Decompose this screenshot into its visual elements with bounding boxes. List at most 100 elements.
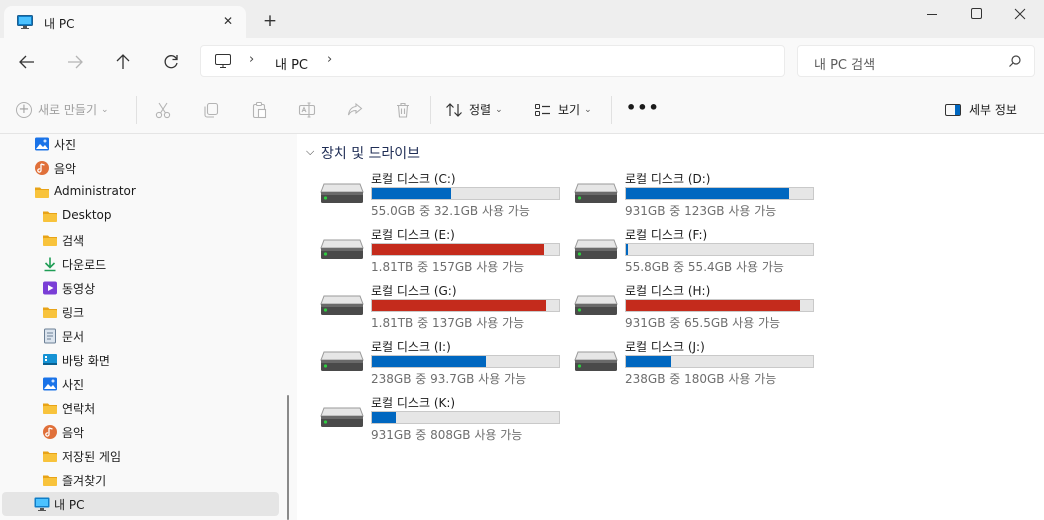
music-icon [42, 424, 58, 440]
chevron-down-icon: ⌄ [101, 104, 109, 115]
minimize-button[interactable] [910, 0, 954, 30]
sidebar-item[interactable]: 사진 [2, 132, 279, 156]
hard-drive-icon [574, 238, 618, 260]
sidebar-item[interactable]: 연락처 [2, 396, 279, 420]
sidebar-item[interactable]: 동영상 [2, 276, 279, 300]
drive-name: 로컬 디스크 (F:) [625, 228, 708, 242]
pc-icon [34, 496, 50, 512]
drive-usage-fill [372, 412, 397, 423]
view-icon [535, 103, 550, 116]
sidebar-scroll-thumb[interactable] [287, 395, 289, 520]
divider [430, 96, 431, 124]
tab-title: 내 PC [44, 17, 75, 31]
drive-free-space: 931GB 중 65.5GB 사용 가능 [625, 316, 781, 330]
drive-tile[interactable]: 로컬 디스크 (C:) 55.0GB 중 32.1GB 사용 가능 [297, 169, 560, 218]
sidebar-item[interactable]: Desktop [2, 204, 279, 228]
sidebar-item[interactable]: 내 PC [2, 492, 279, 516]
address-bar[interactable]: › 내 PC › [200, 45, 785, 77]
drive-tile[interactable]: 로컬 디스크 (J:) 238GB 중 180GB 사용 가능 [551, 337, 814, 386]
sidebar-item[interactable]: 음악 [2, 156, 279, 180]
folder-icon [42, 472, 58, 488]
drive-tile[interactable]: 로컬 디스크 (G:) 1.81TB 중 137GB 사용 가능 [297, 281, 560, 330]
sidebar-item-label: 사진 [54, 138, 77, 152]
pictures-icon [42, 376, 58, 392]
close-tab-button[interactable]: ✕ [219, 12, 237, 30]
sidebar-item[interactable]: 문서 [2, 324, 279, 348]
drive-usage-fill [626, 356, 671, 367]
drive-usage-bar [371, 187, 560, 200]
hard-drive-icon [574, 350, 618, 372]
more-options-button[interactable]: ••• [626, 98, 660, 117]
new-tab-button[interactable]: + [260, 12, 280, 32]
sidebar-item-label: 동영상 [62, 282, 96, 296]
sidebar-item[interactable]: 링크 [2, 300, 279, 324]
chevron-down-icon[interactable]: ⌵ [306, 145, 314, 159]
drive-usage-bar [625, 187, 814, 200]
breadcrumb-this-pc[interactable]: 내 PC [275, 54, 308, 73]
delete-icon[interactable] [393, 100, 413, 120]
hard-drive-icon [320, 406, 364, 428]
arrow-left-icon [19, 55, 34, 69]
cut-icon[interactable] [153, 100, 173, 120]
sidebar-item-label: 링크 [62, 306, 85, 320]
sidebar-item[interactable]: 음악 [2, 420, 279, 444]
hard-drive-icon [320, 294, 364, 316]
desktop-icon [42, 352, 58, 368]
up-button[interactable] [111, 50, 135, 74]
breadcrumb-chevron-icon[interactable]: › [327, 52, 332, 67]
sidebar-item[interactable]: 저장된 게임 [2, 444, 279, 468]
drive-tile[interactable]: 로컬 디스크 (I:) 238GB 중 93.7GB 사용 가능 [297, 337, 560, 386]
search-placeholder: 내 PC 검색 [814, 58, 876, 73]
sidebar-item-label: 저장된 게임 [62, 450, 122, 464]
details-pane-button[interactable]: 세부 정보 [945, 101, 1017, 118]
drive-tile[interactable]: 로컬 디스크 (F:) 55.8GB 중 55.4GB 사용 가능 [551, 225, 814, 274]
drive-tile[interactable]: 로컬 디스크 (D:) 931GB 중 123GB 사용 가능 [551, 169, 814, 218]
hard-drive-icon [320, 350, 364, 372]
sidebar-item-label: 문서 [62, 330, 85, 344]
maximize-button[interactable] [954, 0, 998, 30]
sidebar-item-label: 음악 [54, 162, 77, 176]
sidebar-scrollbar[interactable] [283, 134, 297, 520]
forward-button[interactable] [63, 50, 87, 74]
view-button[interactable]: 보기 ⌄ [534, 101, 592, 119]
share-icon[interactable] [345, 100, 365, 120]
drive-name: 로컬 디스크 (J:) [625, 340, 705, 354]
sidebar-item-label: Administrator [54, 184, 136, 198]
drive-free-space: 931GB 중 808GB 사용 가능 [371, 428, 523, 442]
sidebar-item[interactable]: 사진 [2, 372, 279, 396]
sidebar-item[interactable]: 즐겨찾기 [2, 468, 279, 492]
content-pane: ⌵ 장치 및 드라이브 로컬 디스크 (C:) 55.0GB 중 32.1GB 사… [297, 134, 1044, 520]
close-icon [1014, 8, 1026, 20]
sort-button[interactable]: 정렬 ⌄ [445, 101, 503, 119]
drive-tile[interactable]: 로컬 디스크 (E:) 1.81TB 중 157GB 사용 가능 [297, 225, 560, 274]
sidebar-item[interactable]: 다운로드 [2, 252, 279, 276]
music-icon [34, 160, 50, 176]
breadcrumb-chevron-icon[interactable]: › [249, 52, 254, 67]
drive-usage-fill [372, 356, 487, 367]
copy-icon[interactable] [201, 100, 221, 120]
tab-this-pc[interactable]: 내 PC ✕ [4, 6, 246, 38]
rename-icon[interactable] [297, 100, 317, 120]
drive-tile[interactable]: 로컬 디스크 (K:) 931GB 중 808GB 사용 가능 [297, 393, 560, 442]
folder-icon [42, 448, 58, 464]
paste-icon[interactable] [249, 100, 269, 120]
sidebar-item-label: 연락처 [62, 402, 96, 416]
sidebar-item[interactable]: 바탕 화면 [2, 348, 279, 372]
sidebar-item-label: 음악 [62, 426, 85, 440]
divider [136, 96, 137, 124]
back-button[interactable] [15, 50, 39, 74]
search-input[interactable]: 내 PC 검색 [797, 45, 1035, 77]
drive-usage-fill [626, 300, 800, 311]
drive-tile[interactable]: 로컬 디스크 (H:) 931GB 중 65.5GB 사용 가능 [551, 281, 814, 330]
group-header-devices-drives[interactable]: 장치 및 드라이브 [321, 143, 420, 163]
pictures-icon [34, 136, 50, 152]
close-window-button[interactable] [998, 0, 1042, 30]
sidebar-item-label: 즐겨찾기 [62, 474, 107, 488]
drive-usage-bar [625, 243, 814, 256]
sidebar-item[interactable]: Administrator [2, 180, 279, 204]
sidebar-item[interactable]: 검색 [2, 228, 279, 252]
refresh-button[interactable] [159, 50, 183, 74]
pc-icon [17, 15, 33, 29]
minimize-icon [927, 14, 937, 15]
new-button[interactable]: + 새로 만들기 ⌄ [16, 101, 109, 119]
